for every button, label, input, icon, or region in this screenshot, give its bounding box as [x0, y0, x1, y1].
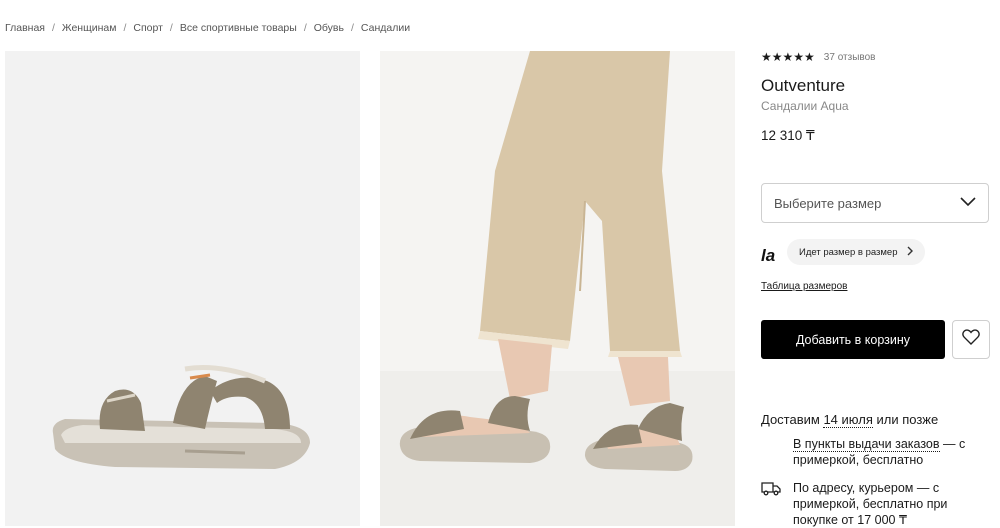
fit-advisor-text: Идет размер в размер: [799, 246, 898, 258]
purchase-actions: Добавить в корзину: [761, 320, 990, 359]
product-brand[interactable]: Outventure: [761, 76, 845, 96]
breadcrumb-separator: /: [169, 22, 173, 34]
size-table-link[interactable]: Таблица размеров: [761, 281, 847, 292]
breadcrumb-item-home[interactable]: Главная: [5, 22, 45, 34]
rating: ★★★★★ 37 отзывов: [761, 48, 993, 66]
size-select[interactable]: Выберите размер: [761, 183, 989, 223]
favorite-button[interactable]: [952, 320, 990, 359]
breadcrumb-item-women[interactable]: Женщинам: [62, 22, 117, 34]
breadcrumb-separator: /: [51, 22, 55, 34]
product-info: ★★★★★ 37 отзывов Outventure Сандалии Aqu…: [761, 48, 993, 527]
heart-icon: [962, 329, 980, 350]
delivery-option-pickup: В пункты выдачи заказов — с примеркой, б…: [793, 436, 993, 468]
breadcrumb-separator: /: [350, 22, 354, 34]
truck-icon: [761, 480, 781, 501]
breadcrumb-item-sandals[interactable]: Сандалии: [361, 22, 410, 34]
chevron-down-icon: [960, 194, 976, 212]
product-price: 12 310 ₸: [761, 128, 815, 143]
breadcrumb-separator: /: [303, 22, 307, 34]
chevron-right-icon: [907, 245, 914, 259]
la-logo: la: [761, 246, 776, 265]
fit-advisor: la Идет размер в размер: [761, 238, 926, 266]
product-photo-model[interactable]: [380, 51, 735, 526]
delivery-date-value[interactable]: 14 июля: [823, 412, 873, 428]
breadcrumb-item-all-sport[interactable]: Все спортивные товары: [180, 22, 297, 34]
delivery-date: Доставим 14 июля или позже: [761, 412, 939, 428]
delivery-option-courier: По адресу, курьером — с примеркой, беспл…: [793, 481, 948, 527]
breadcrumb-item-shoes[interactable]: Обувь: [314, 22, 344, 34]
breadcrumb: Главная / Женщинам / Спорт / Все спортив…: [5, 20, 410, 36]
breadcrumb-item-sport[interactable]: Спорт: [133, 22, 163, 34]
size-select-placeholder: Выберите размер: [774, 195, 882, 211]
add-to-cart-button[interactable]: Добавить в корзину: [761, 320, 945, 359]
delivery-prefix: Доставим: [761, 412, 824, 427]
rating-stars: ★★★★★: [761, 50, 815, 64]
reviews-link[interactable]: 37 отзывов: [824, 52, 876, 63]
pickup-points-link[interactable]: В пункты выдачи заказов: [793, 437, 940, 452]
product-photo-side[interactable]: [5, 51, 360, 526]
product-model: Сандалии Aqua: [761, 99, 849, 113]
delivery-suffix: или позже: [872, 412, 939, 427]
fit-advisor-button[interactable]: Идет размер в размер: [787, 239, 926, 265]
breadcrumb-separator: /: [123, 22, 127, 34]
